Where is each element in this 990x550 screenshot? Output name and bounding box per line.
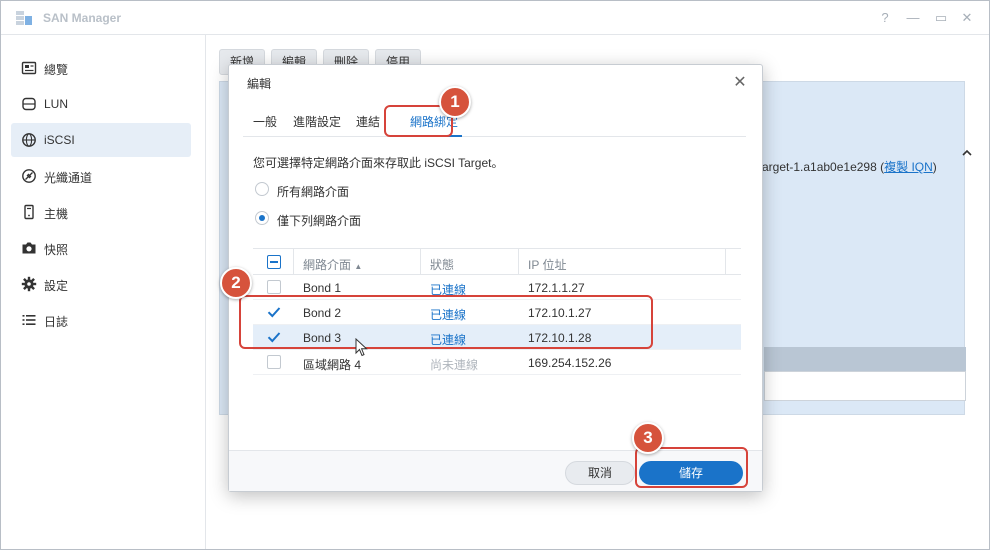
sort-ascending-icon: ▲: [354, 262, 363, 271]
step2-badge: 2: [220, 267, 252, 299]
table-header: 網路介面 ▲ 狀態 IP 位址: [253, 248, 741, 275]
fibre-channel-icon: [22, 169, 36, 183]
san-manager-app-icon: [16, 11, 32, 25]
sidebar-item-settings[interactable]: 設定: [11, 267, 191, 301]
app-title: SAN Manager: [43, 11, 122, 25]
radio-only-interfaces-label: 僅下列網路介面: [277, 214, 362, 228]
globe-icon: [22, 133, 36, 147]
interface-ip: 169.254.152.26: [528, 356, 612, 370]
sidebar-item-snapshot[interactable]: 快照: [11, 231, 191, 265]
radio-only-interfaces[interactable]: [255, 211, 269, 225]
tab-link[interactable]: 連結: [356, 113, 380, 130]
select-all-checkbox[interactable]: [267, 255, 281, 269]
title-bar: SAN Manager ? — ▭ ✕: [1, 1, 989, 35]
radio-all-interfaces[interactable]: [255, 182, 269, 196]
sidebar-item-log[interactable]: 日誌: [11, 303, 191, 337]
minimize-icon[interactable]: —: [905, 10, 921, 25]
column-header-ip[interactable]: IP 位址: [528, 256, 566, 273]
row-checkbox[interactable]: [267, 280, 281, 294]
tab-advanced[interactable]: 進階設定: [293, 113, 341, 130]
column-separator: [725, 249, 726, 275]
sidebar-item-label: 快照: [44, 243, 69, 257]
step2-highlight: [239, 295, 653, 349]
step1-badge: 1: [439, 86, 471, 118]
column-separator: [293, 249, 294, 275]
binding-description: 您可選擇特定網路介面來存取此 iSCSI Target。: [253, 156, 504, 170]
edit-dialog: 編輯 ✕ 一般 進階設定 連結 網路綁定 您可選擇特定網路介面來存取此 iSCS…: [228, 64, 763, 492]
sidebar-item-host[interactable]: 主機: [11, 195, 191, 229]
interface-name: Bond 1: [303, 281, 342, 295]
cancel-button[interactable]: 取消: [565, 461, 635, 485]
dialog-tabs: 一般 進階設定 連結 網路綁定: [243, 103, 746, 137]
sidebar-item-label: 總覽: [44, 63, 69, 77]
copy-iqn-link[interactable]: 複製 IQN: [884, 160, 933, 174]
sidebar-item-label: 設定: [44, 279, 69, 293]
host-icon: [24, 204, 34, 220]
dialog-close-icon[interactable]: ✕: [732, 72, 748, 92]
gear-icon: [21, 276, 37, 292]
sidebar-item-overview[interactable]: 總覽: [11, 51, 191, 85]
panel-table-body: [764, 371, 966, 401]
app-window: SAN Manager ? — ▭ ✕ 總覽 LUN iSCSI 光纖通道 主機…: [0, 0, 990, 550]
column-separator: [420, 249, 421, 275]
camera-icon: [22, 242, 36, 254]
chevron-up-icon[interactable]: [960, 146, 974, 160]
overview-icon: [21, 61, 37, 75]
sidebar: 總覽 LUN iSCSI 光纖通道 主機 快照 設定 日誌: [1, 35, 206, 549]
radio-all-interfaces-label: 所有網路介面: [277, 185, 350, 199]
step3-badge: 3: [632, 422, 664, 454]
mouse-pointer-icon: [355, 338, 368, 357]
iqn-line: arget-1.a1ab0e1e298 (複製 IQN): [762, 160, 937, 174]
interface-name: 區域網路 4: [303, 358, 362, 372]
panel-table-header: [764, 347, 966, 371]
iqn-text: arget-1.a1ab0e1e298: [762, 160, 877, 174]
table-row[interactable]: 區域網路 4 尚未連線 169.254.152.26: [253, 350, 741, 375]
dialog-title: 編輯: [247, 77, 272, 91]
sidebar-item-label: 主機: [44, 207, 69, 221]
column-header-interface-label: 網路介面: [303, 258, 352, 272]
column-header-status[interactable]: 狀態: [430, 256, 454, 273]
list-icon: [22, 315, 36, 325]
sidebar-item-label: 日誌: [44, 315, 69, 329]
row-checkbox[interactable]: [267, 355, 281, 369]
column-header-interface[interactable]: 網路介面 ▲: [303, 256, 362, 273]
sidebar-item-iscsi[interactable]: iSCSI: [11, 123, 191, 157]
tab-general[interactable]: 一般: [253, 113, 277, 130]
interface-status: 尚未連線: [430, 358, 479, 372]
interface-ip: 172.1.1.27: [528, 281, 585, 295]
sidebar-item-label: iSCSI: [44, 133, 75, 147]
sidebar-item-lun[interactable]: LUN: [11, 87, 191, 121]
close-icon[interactable]: ✕: [959, 10, 975, 26]
help-icon[interactable]: ?: [877, 10, 893, 25]
column-separator: [518, 249, 519, 275]
sidebar-item-label: LUN: [44, 97, 69, 111]
maximize-icon[interactable]: ▭: [933, 10, 949, 26]
sidebar-item-label: 光纖通道: [44, 171, 93, 185]
lun-icon: [22, 97, 36, 111]
sidebar-item-fibre-channel[interactable]: 光纖通道: [11, 159, 191, 193]
